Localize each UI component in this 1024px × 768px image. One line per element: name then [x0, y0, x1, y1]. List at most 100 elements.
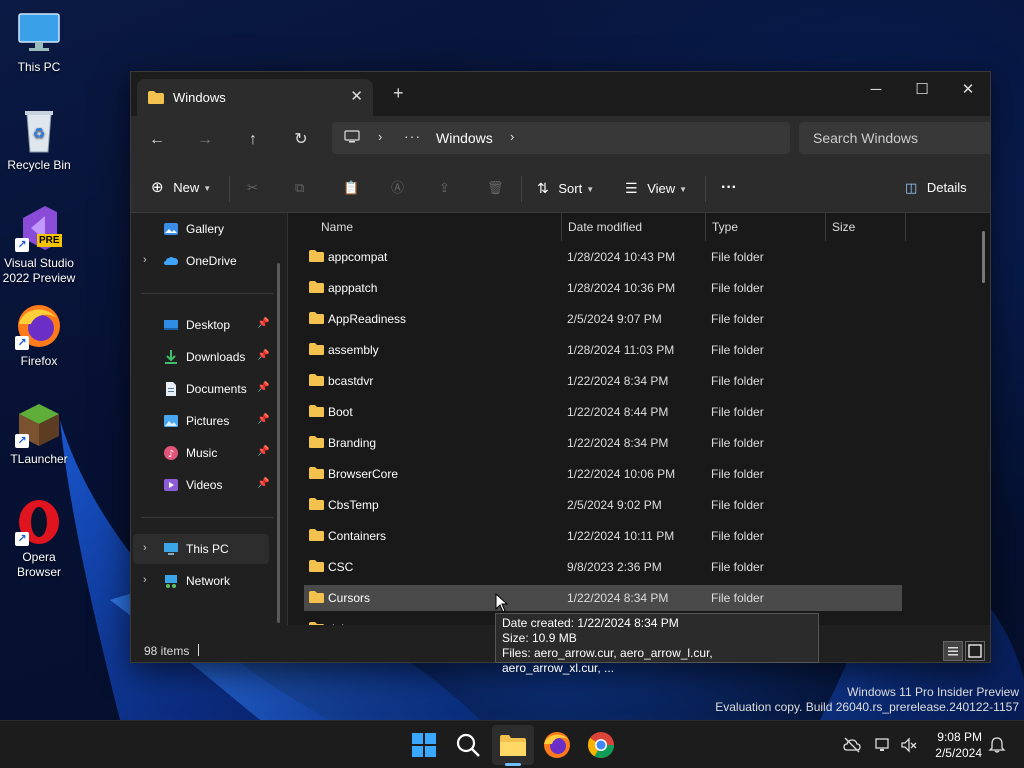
table-row[interactable]: Containers 1/22/2024 10:11 PM File folder — [304, 523, 902, 549]
network-status-icon[interactable] — [874, 736, 892, 754]
chevron-right-icon[interactable]: › — [510, 129, 514, 144]
table-row[interactable]: bcastdvr 1/22/2024 8:34 PM File folder — [304, 368, 902, 394]
firefox-icon[interactable] — [541, 729, 573, 761]
desktop-icon-tlauncher[interactable]: ↗ TLauncher — [0, 400, 78, 467]
chrome-icon[interactable] — [585, 729, 617, 761]
more-options-button[interactable]: ··· — [721, 176, 737, 200]
details-pane-icon: ◫ — [905, 180, 918, 195]
column-header-date[interactable]: Date modified — [562, 213, 706, 241]
cloud-offline-icon[interactable] — [843, 736, 861, 754]
table-row[interactable]: CSC 9/8/2023 2:36 PM File folder — [304, 554, 902, 580]
volume-muted-icon[interactable] — [900, 736, 918, 754]
details-button[interactable]: ◫ Details — [905, 176, 967, 200]
nav-item-downloads[interactable]: Downloads 📌 — [133, 342, 269, 372]
system-clock[interactable]: 9:08 PM 2/5/2024 — [924, 729, 982, 761]
details-view-icon[interactable] — [943, 641, 963, 661]
table-row[interactable]: AppReadiness 2/5/2024 9:07 PM File folder — [304, 306, 902, 332]
nav-item-onedrive[interactable]: › OneDrive — [133, 246, 269, 276]
maximize-button[interactable]: ☐ — [899, 76, 945, 106]
file-date: 2/5/2024 9:02 PM — [567, 498, 662, 512]
column-header-name[interactable]: Name — [315, 213, 562, 241]
nav-item-documents[interactable]: Documents 📌 — [133, 374, 269, 404]
breadcrumb-windows[interactable]: Windows — [436, 130, 493, 146]
desktop-icon-label: Opera Browser — [16, 550, 61, 579]
desktop-icon-firefox[interactable]: ↗ Firefox — [0, 302, 78, 369]
table-row[interactable]: Branding 1/22/2024 8:34 PM File folder — [304, 430, 902, 456]
sort-ascending-icon: ^ — [434, 213, 438, 217]
share-icon[interactable]: ⇪ — [439, 176, 450, 200]
tooltip-date-created: Date created: 1/22/2024 8:34 PM — [502, 616, 679, 630]
cut-icon[interactable]: ✂ — [247, 176, 258, 200]
paste-icon[interactable]: 📋 — [343, 176, 359, 200]
chevron-down-icon: ▼ — [586, 184, 595, 194]
close-button[interactable]: ✕ — [945, 76, 990, 106]
file-name: debug — [328, 622, 361, 625]
table-row[interactable]: appcompat 1/28/2024 10:43 PM File folder — [304, 244, 902, 270]
desktop-icon-visual-studio[interactable]: PRE ↗ Visual Studio 2022 Preview — [0, 204, 78, 286]
search-icon[interactable] — [452, 729, 484, 761]
folder-icon — [309, 343, 324, 355]
file-list-scrollbar[interactable] — [982, 231, 985, 283]
nav-label: Documents — [186, 382, 247, 396]
search-input[interactable]: Search Windows — [799, 122, 990, 154]
forward-button[interactable]: → — [193, 128, 217, 152]
watermark-edition: Windows 11 Pro Insider Preview — [847, 685, 1019, 699]
column-header-size[interactable]: Size — [826, 213, 906, 241]
file-name: CSC — [328, 560, 354, 574]
breadcrumb-overflow[interactable]: ··· — [404, 128, 421, 144]
table-row[interactable]: Cursors 1/22/2024 8:34 PM File folder — [304, 585, 902, 611]
nav-item-videos[interactable]: Videos 📌 — [133, 470, 269, 500]
file-explorer-window: Windows ✕ + ─ ☐ ✕ ← → ↑ ↻ › ··· Windows … — [130, 71, 991, 663]
desktop-icon-recycle-bin[interactable]: ♻ Recycle Bin — [0, 106, 78, 173]
nav-scrollbar[interactable] — [277, 263, 280, 623]
nav-item-music[interactable]: ♪ Music 📌 — [133, 438, 269, 468]
desktop-icon-this-pc[interactable]: This PC — [0, 8, 78, 75]
back-button[interactable]: ← — [145, 128, 169, 152]
chevron-right-icon[interactable]: › — [143, 542, 147, 554]
desktop-icon-opera[interactable]: ↗ Opera Browser — [0, 498, 78, 580]
refresh-button[interactable]: ↻ — [289, 128, 313, 152]
desktop-icon-label: TLauncher — [10, 452, 68, 466]
tab-title: Windows — [173, 90, 226, 105]
clock-time: 9:08 PM — [937, 730, 982, 744]
monitor-icon — [344, 130, 360, 143]
column-header-type[interactable]: Type — [706, 213, 826, 241]
large-icons-view-icon[interactable] — [965, 641, 985, 661]
file-name: bcastdvr — [328, 374, 374, 388]
item-count: 98 items — [144, 644, 190, 658]
nav-item-gallery[interactable]: Gallery — [133, 214, 269, 244]
chevron-right-icon[interactable]: › — [143, 574, 147, 586]
tab-windows[interactable]: Windows ✕ — [137, 79, 373, 116]
tab-close-icon[interactable]: ✕ — [350, 87, 363, 105]
chevron-right-icon[interactable]: › — [143, 254, 147, 266]
view-button[interactable]: ☰ View ▼ — [625, 176, 687, 200]
opera-icon: ↗ — [15, 498, 63, 546]
new-tab-button[interactable]: + — [393, 83, 404, 104]
nav-item-desktop[interactable]: Desktop 📌 — [133, 310, 269, 340]
file-name: CbsTemp — [328, 498, 379, 512]
notification-bell-icon[interactable] — [988, 736, 1006, 754]
table-row[interactable]: CbsTemp 2/5/2024 9:02 PM File folder — [304, 492, 902, 518]
table-row[interactable]: apppatch 1/28/2024 10:36 PM File folder — [304, 275, 902, 301]
rename-icon[interactable]: Ⓐ — [391, 176, 404, 200]
new-button[interactable]: ⊕ New ▼ — [151, 176, 211, 200]
windows-start-icon[interactable] — [408, 729, 440, 761]
up-button[interactable]: ↑ — [241, 128, 265, 152]
cloud-icon — [164, 257, 178, 265]
delete-icon[interactable]: 🗑 — [487, 176, 504, 200]
sort-button[interactable]: ⇅ Sort ▼ — [537, 176, 594, 200]
table-row[interactable]: assembly 1/28/2024 11:03 PM File folder — [304, 337, 902, 363]
copy-icon[interactable]: ⧉ — [295, 176, 304, 200]
nav-item-network[interactable]: › Network — [133, 566, 269, 596]
address-bar[interactable]: › ··· Windows › — [332, 122, 790, 154]
nav-item-this-pc[interactable]: › This PC — [133, 534, 269, 564]
file-explorer-icon[interactable] — [497, 729, 529, 761]
table-row[interactable]: Boot 1/22/2024 8:44 PM File folder — [304, 399, 902, 425]
file-type: File folder — [711, 374, 764, 388]
chevron-right-icon[interactable]: › — [378, 129, 382, 144]
table-row[interactable]: BrowserCore 1/22/2024 10:06 PM File folder — [304, 461, 902, 487]
nav-item-pictures[interactable]: Pictures 📌 — [133, 406, 269, 436]
file-name: Containers — [328, 529, 387, 543]
minimize-button[interactable]: ─ — [853, 76, 899, 106]
nav-label: This PC — [186, 542, 229, 556]
